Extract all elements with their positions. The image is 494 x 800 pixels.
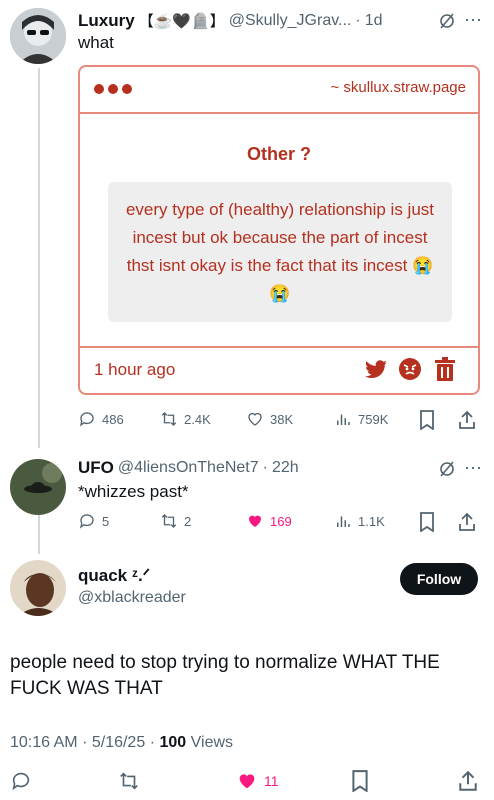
like-count: 169	[270, 513, 292, 529]
bookmark-icon[interactable]	[418, 410, 436, 435]
separator-dot: ·	[355, 11, 361, 29]
analytics-icon	[337, 414, 350, 425]
avatar[interactable]	[10, 8, 66, 64]
like-button[interactable]: 11	[236, 770, 279, 792]
grok-icon[interactable]	[438, 12, 456, 35]
window-dot	[94, 84, 104, 94]
card-url[interactable]: ~ skullux.straw.page	[331, 79, 467, 96]
post-time[interactable]: 22h	[272, 459, 299, 477]
views-count: 100	[159, 734, 187, 751]
author-name[interactable]: UFO	[78, 458, 114, 478]
reply-count: 486	[102, 411, 124, 427]
repost-count: 2.4K	[184, 411, 211, 427]
repost-button[interactable]: 2	[160, 512, 191, 530]
repost-count: 2	[184, 513, 192, 529]
grok-icon[interactable]	[438, 460, 456, 483]
follow-button[interactable]: Follow	[400, 563, 478, 595]
separator-dot: ·	[82, 734, 88, 751]
separator-dot: ·	[262, 459, 268, 476]
author-block: quack ᶻ.ᐟ @xblackreader	[78, 566, 186, 607]
repost-icon	[161, 514, 177, 528]
post-time[interactable]: 1d	[365, 12, 383, 30]
card-footer: 1 hour ago	[80, 346, 478, 393]
views-label: Views	[190, 734, 234, 751]
like-count: 11	[264, 773, 279, 789]
author-handle[interactable]: @4liensOnTheNet7	[118, 459, 259, 477]
heart-filled-icon	[239, 774, 255, 789]
heart-icon	[248, 412, 262, 426]
main-action-bar: 11	[0, 768, 494, 794]
thread-line	[38, 512, 40, 554]
angry-face-icon[interactable]	[398, 357, 422, 386]
reply-icon	[79, 412, 94, 427]
card-title-bar: ~ skullux.straw.page	[80, 67, 478, 114]
reply-button[interactable]: 486	[78, 410, 124, 428]
more-icon[interactable]: ⋯	[464, 10, 483, 31]
reply-count: 5	[102, 513, 110, 529]
reply-text: *whizzes past*	[78, 482, 189, 501]
separator-dot: ·	[149, 734, 156, 751]
card-timestamp: 1 hour ago	[94, 360, 176, 379]
post-date[interactable]: 5/16/25	[92, 734, 145, 751]
reply-text: what	[78, 33, 114, 52]
thread-line	[38, 68, 40, 448]
like-button[interactable]: 38K	[246, 410, 293, 428]
reply-icon[interactable]	[10, 770, 32, 797]
reply-header: Luxury 【☕🖤🪦】 @Skully_JGrav... · 1d	[78, 10, 382, 31]
more-icon[interactable]: ⋯	[464, 458, 483, 479]
reply-icon	[79, 514, 94, 529]
post-text: people need to stop trying to normalize …	[10, 652, 440, 699]
share-icon[interactable]	[458, 512, 476, 537]
repost-icon[interactable]	[118, 770, 140, 797]
share-icon[interactable]	[458, 770, 478, 797]
views-button[interactable]: 759K	[334, 410, 388, 428]
author-decor: 【☕🖤🪦】	[138, 13, 225, 30]
share-icon[interactable]	[458, 410, 476, 435]
author-name[interactable]: quack ᶻ.ᐟ	[78, 566, 186, 586]
author-handle[interactable]: @Skully_JGrav...	[229, 12, 352, 30]
author-name[interactable]: Luxury	[78, 11, 135, 31]
trash-icon[interactable]	[434, 357, 456, 386]
card-title: Other ?	[246, 144, 311, 164]
post-time[interactable]: 10:16 AM	[10, 734, 78, 751]
reply-header: UFO @4liensOnTheNet7 · 22h	[78, 458, 299, 478]
views-button[interactable]: 1.1K	[334, 512, 385, 530]
bookmark-icon[interactable]	[418, 512, 436, 537]
views-count: 759K	[358, 411, 389, 427]
window-dot	[122, 84, 132, 94]
author-handle[interactable]: @xblackreader	[78, 589, 186, 607]
embedded-card[interactable]: ~ skullux.straw.page Other ? every type …	[78, 65, 480, 395]
heart-filled-icon	[249, 515, 261, 527]
action-bar: 5 2 169 1.1K	[78, 512, 478, 534]
reply-button[interactable]: 5	[78, 512, 109, 530]
card-message: every type of (healthy) relationship is …	[108, 182, 452, 322]
bookmark-icon[interactable]	[350, 770, 370, 797]
analytics-icon	[337, 516, 350, 527]
avatar[interactable]	[10, 459, 66, 515]
window-dot	[108, 84, 118, 94]
like-button[interactable]: 169	[246, 512, 292, 530]
twitter-bird-icon[interactable]	[364, 360, 388, 385]
avatar[interactable]	[10, 560, 66, 616]
repost-icon	[161, 412, 177, 426]
action-bar: 486 2.4K 38K 759K	[78, 410, 478, 432]
repost-button[interactable]: 2.4K	[160, 410, 211, 428]
views-count: 1.1K	[358, 513, 385, 529]
post-meta: 10:16 AM · 5/16/25 · 100 Views	[10, 734, 233, 752]
like-count: 38K	[270, 411, 294, 427]
